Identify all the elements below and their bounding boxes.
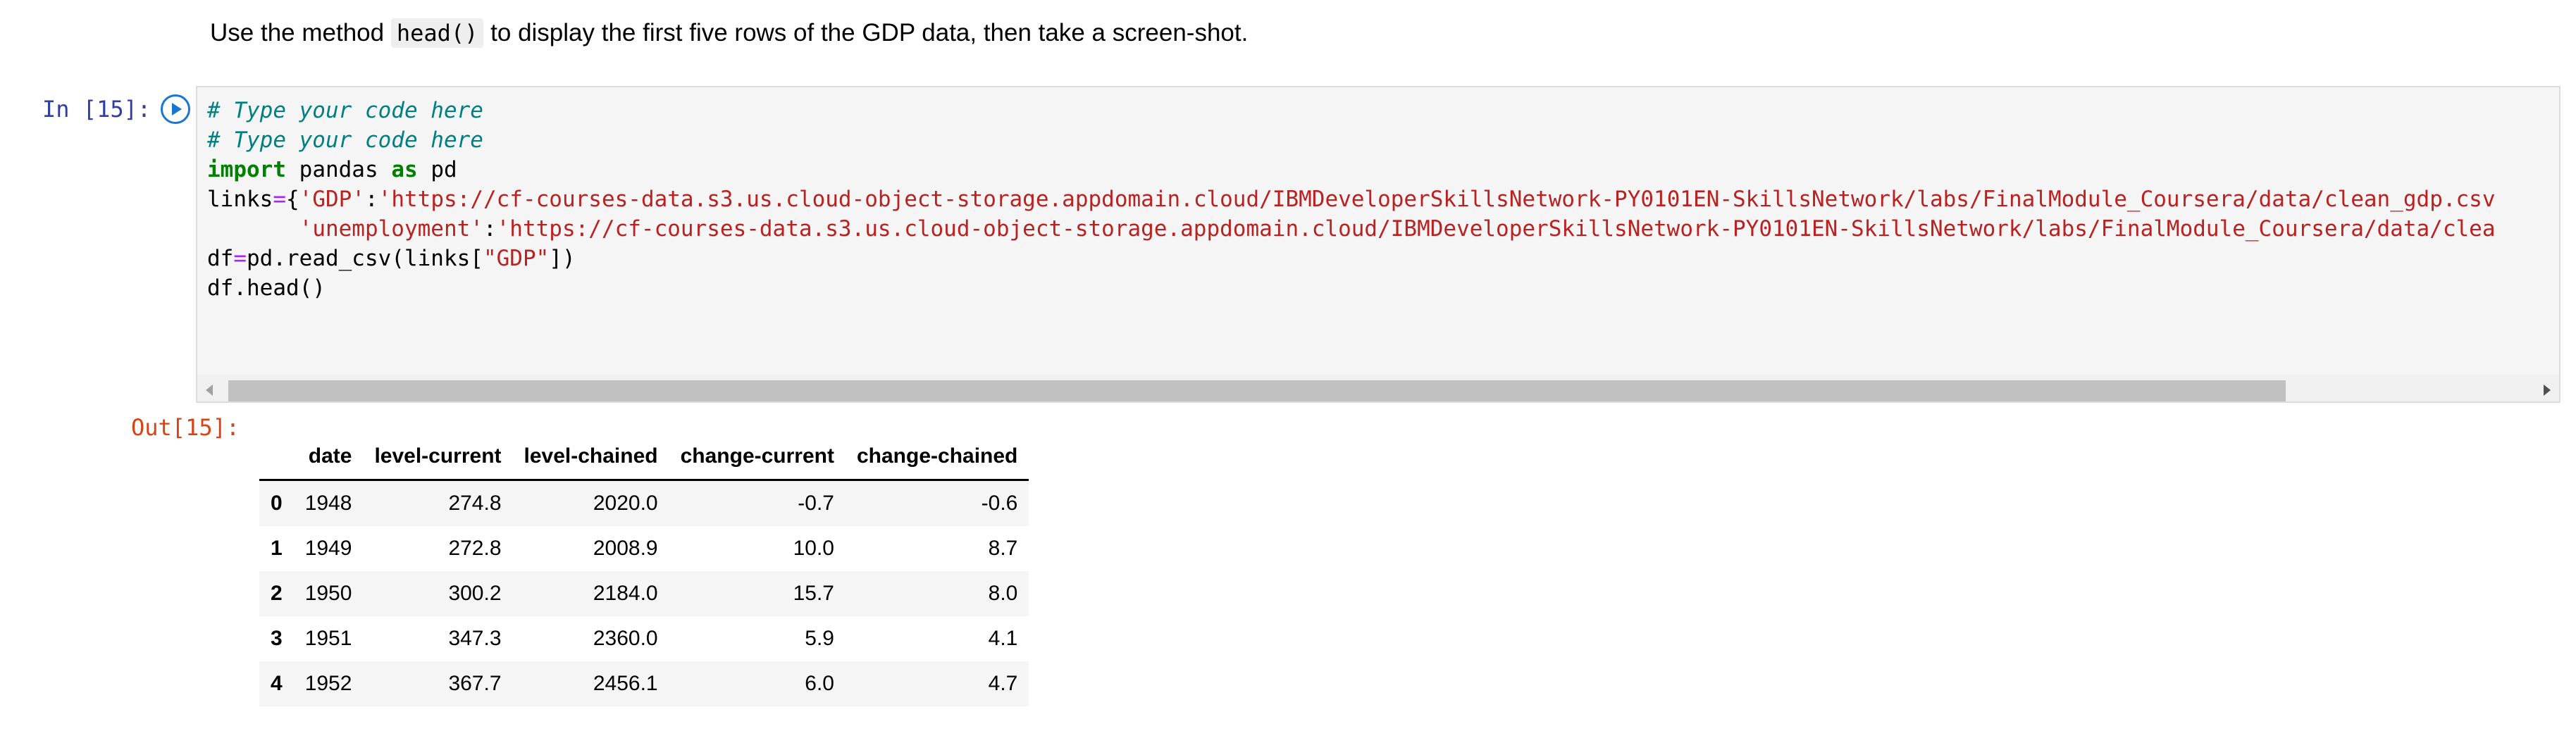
table-cell: 8.0 bbox=[988, 582, 1018, 605]
read-csv-call: pd.read_csv(links[ bbox=[247, 246, 483, 271]
table-cell: 2020.0 bbox=[593, 492, 658, 515]
unemployment-key: 'unemployment' bbox=[299, 216, 483, 242]
table-cell: 1951 bbox=[304, 627, 352, 650]
output-prompt: Out[15]: bbox=[131, 414, 240, 441]
scroll-right-icon[interactable] bbox=[2544, 385, 2551, 396]
row-index: 3 bbox=[271, 627, 283, 650]
table-cell: 300.2 bbox=[448, 582, 502, 605]
instruction-text-after: to display the first five rows of the GD… bbox=[490, 19, 1249, 46]
input-prompt: In [15]: bbox=[42, 96, 151, 123]
table-cell: 4.1 bbox=[988, 627, 1018, 650]
horizontal-scrollbar[interactable] bbox=[197, 375, 2559, 401]
unemployment-url: 'https://cf-courses-data.s3.us.cloud-obj… bbox=[496, 216, 2496, 242]
table-cell: 1949 bbox=[304, 537, 352, 560]
table-cell: 1948 bbox=[304, 492, 352, 515]
keyword-import: import bbox=[207, 157, 286, 182]
table-row: 0 1948 274.8 2020.0 -0.7 -0.6 bbox=[259, 480, 1029, 526]
gdp-url: 'https://cf-courses-data.s3.us.cloud-obj… bbox=[378, 187, 2496, 212]
inline-code-head: head() bbox=[390, 18, 484, 48]
table-row: 1 1949 272.8 2008.9 10.0 8.7 bbox=[259, 526, 1029, 571]
instruction-text-before: Use the method bbox=[210, 19, 385, 46]
table-cell: 1952 bbox=[304, 672, 352, 695]
table-cell: 2360.0 bbox=[593, 627, 658, 650]
table-header-row: date level-current level-chained change-… bbox=[259, 434, 1029, 481]
table-cell: 15.7 bbox=[793, 582, 834, 605]
dataframe-table: date level-current level-chained change-… bbox=[259, 434, 1029, 706]
code-comment-2: # Type your code here bbox=[207, 127, 483, 153]
table-cell: 6.0 bbox=[805, 672, 834, 695]
column-header: change-chained bbox=[845, 434, 1029, 481]
assign-op-1: = bbox=[273, 187, 286, 212]
module-alias: pd bbox=[431, 157, 457, 182]
table-cell: -0.6 bbox=[981, 492, 1018, 515]
table-cell: 347.3 bbox=[448, 627, 502, 650]
code-comment-1: # Type your code here bbox=[207, 98, 483, 123]
scroll-left-icon[interactable] bbox=[206, 385, 213, 396]
table-row: 4 1952 367.7 2456.1 6.0 4.7 bbox=[259, 661, 1029, 706]
brace-open: { bbox=[286, 187, 299, 212]
table-cell: 1950 bbox=[304, 582, 352, 605]
column-header: change-current bbox=[669, 434, 846, 481]
table-cell: 5.9 bbox=[805, 627, 834, 650]
row-index: 0 bbox=[271, 492, 283, 515]
table-row: 2 1950 300.2 2184.0 15.7 8.0 bbox=[259, 571, 1029, 616]
column-header: date bbox=[293, 434, 364, 481]
keyword-as: as bbox=[391, 157, 418, 182]
df-var: df bbox=[207, 246, 234, 271]
row-index: 4 bbox=[271, 672, 283, 695]
table-row: 3 1951 347.3 2360.0 5.9 4.1 bbox=[259, 616, 1029, 661]
scrollbar-thumb[interactable] bbox=[228, 380, 2286, 401]
run-cell-icon[interactable] bbox=[161, 94, 190, 124]
assign-op-2: = bbox=[233, 246, 247, 271]
row-index: 2 bbox=[271, 582, 283, 605]
table-cell: 2456.1 bbox=[593, 672, 658, 695]
column-header bbox=[259, 434, 294, 481]
row-index: 1 bbox=[271, 537, 283, 560]
table-cell: 2184.0 bbox=[593, 582, 658, 605]
head-call: df.head() bbox=[207, 275, 326, 301]
links-var: links bbox=[207, 187, 273, 212]
table-cell: 274.8 bbox=[448, 492, 502, 515]
table-cell: 10.0 bbox=[793, 537, 834, 560]
column-header: level-current bbox=[363, 434, 513, 481]
gdp-string: "GDP" bbox=[483, 246, 550, 271]
read-csv-close: ]) bbox=[549, 246, 576, 271]
code-cell-editor[interactable]: # Type your code here # Type your code h… bbox=[196, 86, 2560, 403]
table-cell: 4.7 bbox=[988, 672, 1018, 695]
table-cell: 367.7 bbox=[448, 672, 502, 695]
colon-1: : bbox=[365, 187, 378, 212]
table-cell: 2008.9 bbox=[593, 537, 658, 560]
table-cell: 272.8 bbox=[448, 537, 502, 560]
table-cell: -0.7 bbox=[798, 492, 834, 515]
column-header: level-chained bbox=[512, 434, 669, 481]
markdown-instruction: Use the method head() to display the fir… bbox=[210, 15, 1248, 51]
code-content[interactable]: # Type your code here # Type your code h… bbox=[207, 96, 2496, 303]
gdp-key: 'GDP' bbox=[299, 187, 365, 212]
colon-2: : bbox=[483, 216, 497, 242]
table-cell: 8.7 bbox=[988, 537, 1018, 560]
module-name: pandas bbox=[299, 157, 378, 182]
